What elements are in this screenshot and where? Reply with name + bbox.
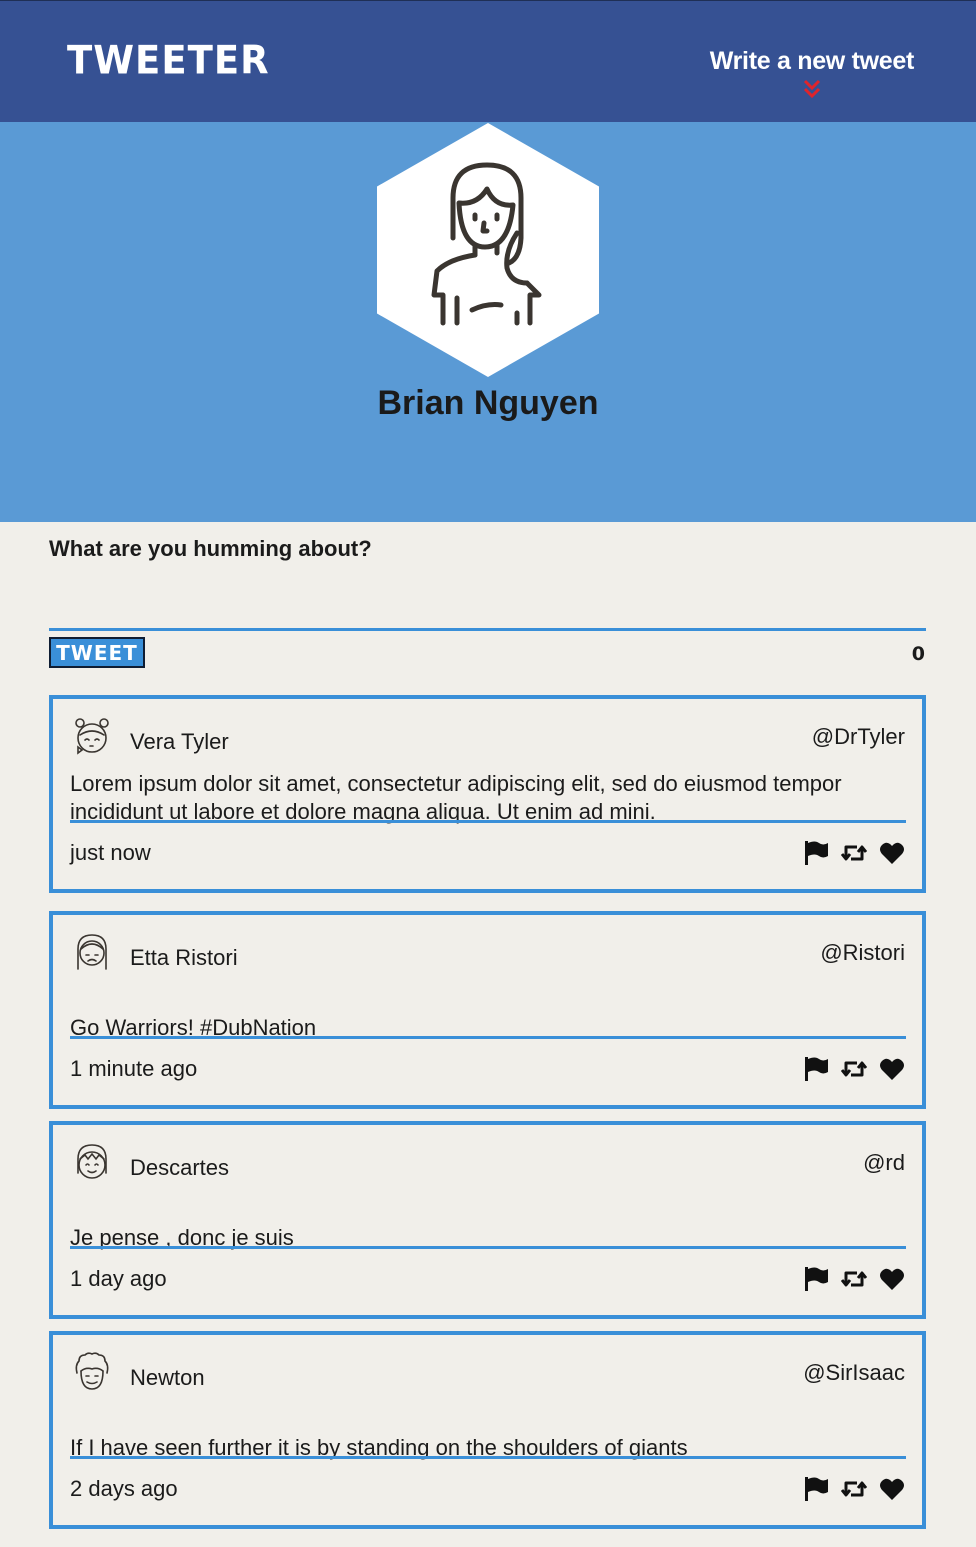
tweet-author-name: Newton bbox=[130, 1365, 205, 1390]
profile-header: Brian Nguyen bbox=[0, 122, 976, 522]
smiling-man-avatar-icon bbox=[77, 1144, 107, 1179]
flag-icon[interactable] bbox=[803, 1266, 829, 1292]
tweet-divider bbox=[70, 820, 906, 823]
tweet-card: Newton @SirIsaac If I have seen further … bbox=[49, 1331, 926, 1529]
flag-icon[interactable] bbox=[803, 840, 829, 866]
retweet-icon[interactable] bbox=[840, 1476, 868, 1502]
retweet-icon[interactable] bbox=[840, 1266, 868, 1292]
heart-icon[interactable] bbox=[879, 1476, 905, 1502]
tweet-body-text: Lorem ipsum dolor sit amet, consectetur … bbox=[70, 771, 842, 824]
tweet-actions bbox=[803, 1476, 905, 1502]
tweet-card: Vera Tyler @DrTyler Lorem ipsum dolor si… bbox=[49, 695, 926, 893]
flag-icon[interactable] bbox=[803, 1476, 829, 1502]
tweet-divider bbox=[70, 1246, 906, 1249]
retweet-icon[interactable] bbox=[840, 840, 868, 866]
heart-icon[interactable] bbox=[879, 1266, 905, 1292]
tweet-card: Descartes @rd Je pense , donc je suis 1 … bbox=[49, 1121, 926, 1319]
double-chevron-down-icon bbox=[803, 79, 820, 99]
tweet-body: Je pense , donc je suis bbox=[70, 1192, 905, 1252]
profile-name: Brian Nguyen bbox=[377, 384, 599, 422]
tweet-body: Lorem ipsum dolor sit amet, consectetur … bbox=[70, 766, 905, 826]
heart-icon[interactable] bbox=[879, 840, 905, 866]
tweet-body: Go Warriors! #DubNation bbox=[70, 982, 905, 1042]
tweet-timestamp: just now bbox=[70, 840, 151, 865]
tweet-author-handle[interactable]: @SirIsaac bbox=[803, 1360, 905, 1386]
flag-icon[interactable] bbox=[803, 1056, 829, 1082]
tweet-timestamp: 1 minute ago bbox=[70, 1056, 198, 1081]
app-logo[interactable]: TWEETER bbox=[67, 38, 270, 83]
tweet-timestamp: 2 days ago bbox=[70, 1476, 178, 1501]
tweet-actions bbox=[803, 840, 905, 866]
tweet-divider bbox=[70, 1036, 906, 1039]
tweet-actions bbox=[803, 1266, 905, 1292]
top-nav: TWEETER Write a new tweet bbox=[0, 0, 976, 122]
tweet-body: If I have seen further it is by standing… bbox=[70, 1402, 905, 1462]
compose-prompt: What are you humming about? bbox=[49, 536, 372, 561]
tweet-author-handle[interactable]: @rd bbox=[863, 1150, 905, 1176]
tweet-author-name: Etta Ristori bbox=[130, 945, 238, 970]
character-counter: 0 bbox=[911, 643, 925, 665]
retweet-icon[interactable] bbox=[840, 1056, 868, 1082]
tweet-submit-button[interactable]: TWEET bbox=[49, 637, 145, 668]
tweet-author-handle[interactable]: @DrTyler bbox=[812, 724, 905, 750]
girl-kiss-avatar-icon bbox=[75, 718, 109, 755]
tweet-card: Etta Ristori @Ristori Go Warriors! #DubN… bbox=[49, 911, 926, 1109]
tweet-actions bbox=[803, 1056, 905, 1082]
tweet-timestamp: 1 day ago bbox=[70, 1266, 167, 1291]
person-avatar-icon bbox=[377, 123, 599, 377]
curly-hair-avatar-icon bbox=[75, 1352, 109, 1390]
compose-textarea-underline[interactable] bbox=[49, 628, 926, 631]
tweet-divider bbox=[70, 1456, 906, 1459]
tweet-author-name: Descartes bbox=[130, 1155, 230, 1180]
sad-woman-avatar-icon bbox=[77, 934, 107, 970]
tweet-author-name: Vera Tyler bbox=[130, 729, 229, 754]
tweet-author-handle[interactable]: @Ristori bbox=[820, 940, 905, 966]
write-new-tweet-label: Write a new tweet bbox=[709, 47, 915, 75]
heart-icon[interactable] bbox=[879, 1056, 905, 1082]
write-new-tweet-button[interactable]: Write a new tweet bbox=[710, 47, 914, 100]
